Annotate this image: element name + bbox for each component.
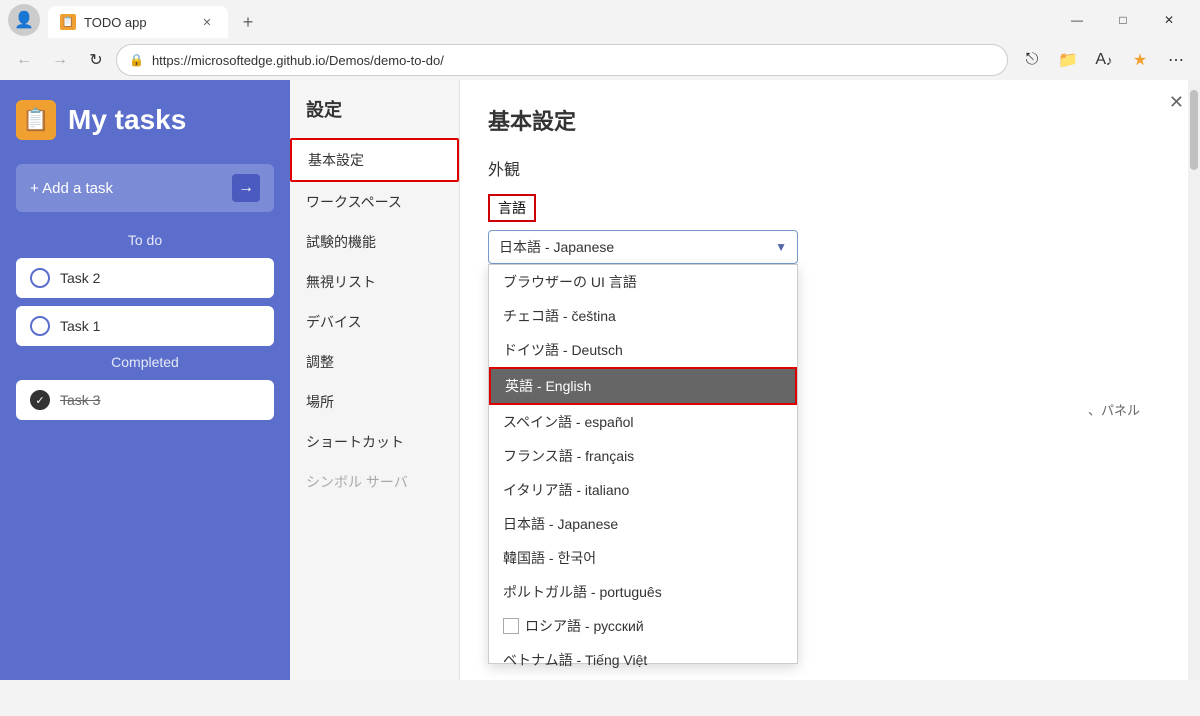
panel-suffix-text: 、パネル [1088,400,1140,419]
sidebar-item-label: デバイス [306,312,362,332]
dropdown-option-it[interactable]: イタリア語 - italiano [489,473,797,507]
task-checkbox[interactable] [30,268,50,288]
close-button[interactable]: ✕ [1146,4,1192,36]
share-icon[interactable]: ⎋ [1016,44,1048,76]
sidebar-item-label: 無視リスト [306,272,376,292]
active-tab[interactable]: 📋 TODO app ✕ [48,6,228,38]
sidebar-item-experimental[interactable]: 試験的機能 [290,222,459,262]
add-task-text: + Add a task [30,180,232,197]
dropdown-list: ブラウザーの UI 言語 チェコ語 - čeština ドイツ語 - Deuts… [488,264,798,664]
dropdown-option-vi[interactable]: ベトナム語 - Tiếng Việt [489,643,797,677]
new-tab-button[interactable]: + [232,6,264,38]
settings-main: ✕ 基本設定 外観 言語 日本語 - Japanese ▼ ブラウザーの UI … [460,80,1200,680]
collections-icon[interactable]: 📁 [1052,44,1084,76]
task-label: Task 1 [60,318,100,334]
dropdown-option-ja[interactable]: 日本語 - Japanese [489,507,797,541]
settings-close-button[interactable]: ✕ [1169,92,1184,113]
sidebar-item-label: 場所 [306,392,334,412]
tab-favicon: 📋 [60,14,76,30]
minimize-button[interactable]: — [1054,4,1100,36]
profile-icon[interactable]: 👤 [8,4,40,36]
read-aloud-icon[interactable]: A♪ [1088,44,1120,76]
dropdown-arrow-icon: ▼ [775,240,787,254]
scrollbar[interactable] [1188,80,1200,680]
task-checkbox-done[interactable]: ✓ [30,390,50,410]
sidebar-item-label: ワークスペース [306,192,402,212]
language-label: 言語 [488,194,536,222]
appearance-group-title: 外観 [488,156,1172,180]
todo-logo: 📋 [16,100,56,140]
back-button[interactable]: ← [8,44,40,76]
dropdown-option-fr[interactable]: フランス語 - français [489,439,797,473]
dropdown-selected-value[interactable]: 日本語 - Japanese ▼ [488,230,798,264]
window-controls: — □ ✕ [1054,4,1192,36]
scrollbar-thumb[interactable] [1190,90,1198,170]
sidebar-item-adjust[interactable]: 調整 [290,342,459,382]
toolbar-icons: ⎋ 📁 A♪ ★ ⋯ [1016,44,1192,76]
todo-section-label: To do [16,232,274,248]
lock-icon: 🔒 [129,53,144,67]
sidebar-item-shortcut[interactable]: ショートカット [290,422,459,462]
refresh-button[interactable]: ↻ [80,44,112,76]
sidebar-item-device[interactable]: デバイス [290,302,459,342]
task-label-done: Task 3 [60,392,100,408]
forward-button[interactable]: → [44,44,76,76]
dropdown-current-label: 日本語 - Japanese [499,237,614,257]
sidebar-item-symbolserver: シンボル サーバ [290,462,459,502]
sidebar-item-label: シンボル サーバ [306,472,408,492]
add-task-arrow-icon: → [232,174,260,202]
more-icon[interactable]: ⋯ [1160,44,1192,76]
sidebar-item-ignorelist[interactable]: 無視リスト [290,262,459,302]
maximize-button[interactable]: □ [1100,4,1146,36]
sidebar-item-label: 基本設定 [308,150,364,170]
add-task-bar[interactable]: + Add a task → [16,164,274,212]
list-item[interactable]: Task 1 [16,306,274,346]
app-content: 📋 My tasks + Add a task → To do Task 2 T… [0,80,1200,680]
list-item[interactable]: Task 2 [16,258,274,298]
settings-section-title: 基本設定 [488,104,1172,136]
dropdown-option-pt[interactable]: ポルトガル語 - português [489,575,797,609]
settings-nav-title: 設定 [290,96,459,138]
todo-sidebar: 📋 My tasks + Add a task → To do Task 2 T… [0,80,290,680]
dropdown-option-zh-cn[interactable]: 中国語（簡体字）- 中文（简体） [525,677,744,680]
address-bar: ← → ↻ 🔒 https://microsoftedge.github.io/… [0,40,1200,80]
favorites-icon[interactable]: ★ [1124,44,1156,76]
todo-title: My tasks [68,104,186,136]
dropdown-option-en[interactable]: 英語 - English [489,367,797,405]
dropdown-option-browser-ui[interactable]: ブラウザーの UI 言語 [489,265,797,299]
tab-bar: 📋 TODO app ✕ + [40,2,1054,38]
dropdown-option-de[interactable]: ドイツ語 - Deutsch [489,333,797,367]
sidebar-item-label: 調整 [306,352,334,372]
tab-title: TODO app [84,15,190,30]
tab-close-button[interactable]: ✕ [198,13,216,31]
dropdown-option-ru[interactable]: ロシア語 - русский [525,609,658,643]
settings-nav: 設定 基本設定 ワークスペース 試験的機能 無視リスト デバイス 調整 場所 シ… [290,80,460,680]
sidebar-item-label: ショートカット [306,432,404,452]
dropdown-option-cs[interactable]: チェコ語 - čeština [489,299,797,333]
list-item[interactable]: ✓ Task 3 [16,380,274,420]
sidebar-item-workspace[interactable]: ワークスペース [290,182,459,222]
dropdown-option-ko[interactable]: 韓国語 - 한국어 [489,541,797,575]
url-text: https://microsoftedge.github.io/Demos/de… [152,53,995,68]
url-bar[interactable]: 🔒 https://microsoftedge.github.io/Demos/… [116,44,1008,76]
title-bar: 👤 📋 TODO app ✕ + — □ ✕ [0,0,1200,40]
task-checkbox[interactable] [30,316,50,336]
sidebar-item-location[interactable]: 場所 [290,382,459,422]
dropdown-option-zh-cn-row: 中国語（簡体字）- 中文（简体） [489,677,797,680]
completed-section-label: Completed [16,354,274,370]
ru-checkbox[interactable] [503,618,519,634]
todo-header: 📋 My tasks [16,100,274,140]
dropdown-option-ru-row: ロシア語 - русский [489,609,797,643]
sidebar-item-kihon[interactable]: 基本設定 [290,138,459,182]
sidebar-item-label: 試験的機能 [306,232,376,252]
task-label: Task 2 [60,270,100,286]
dropdown-option-es[interactable]: スペイン語 - español [489,405,797,439]
language-dropdown[interactable]: 日本語 - Japanese ▼ ブラウザーの UI 言語 チェコ語 - češ… [488,230,798,264]
